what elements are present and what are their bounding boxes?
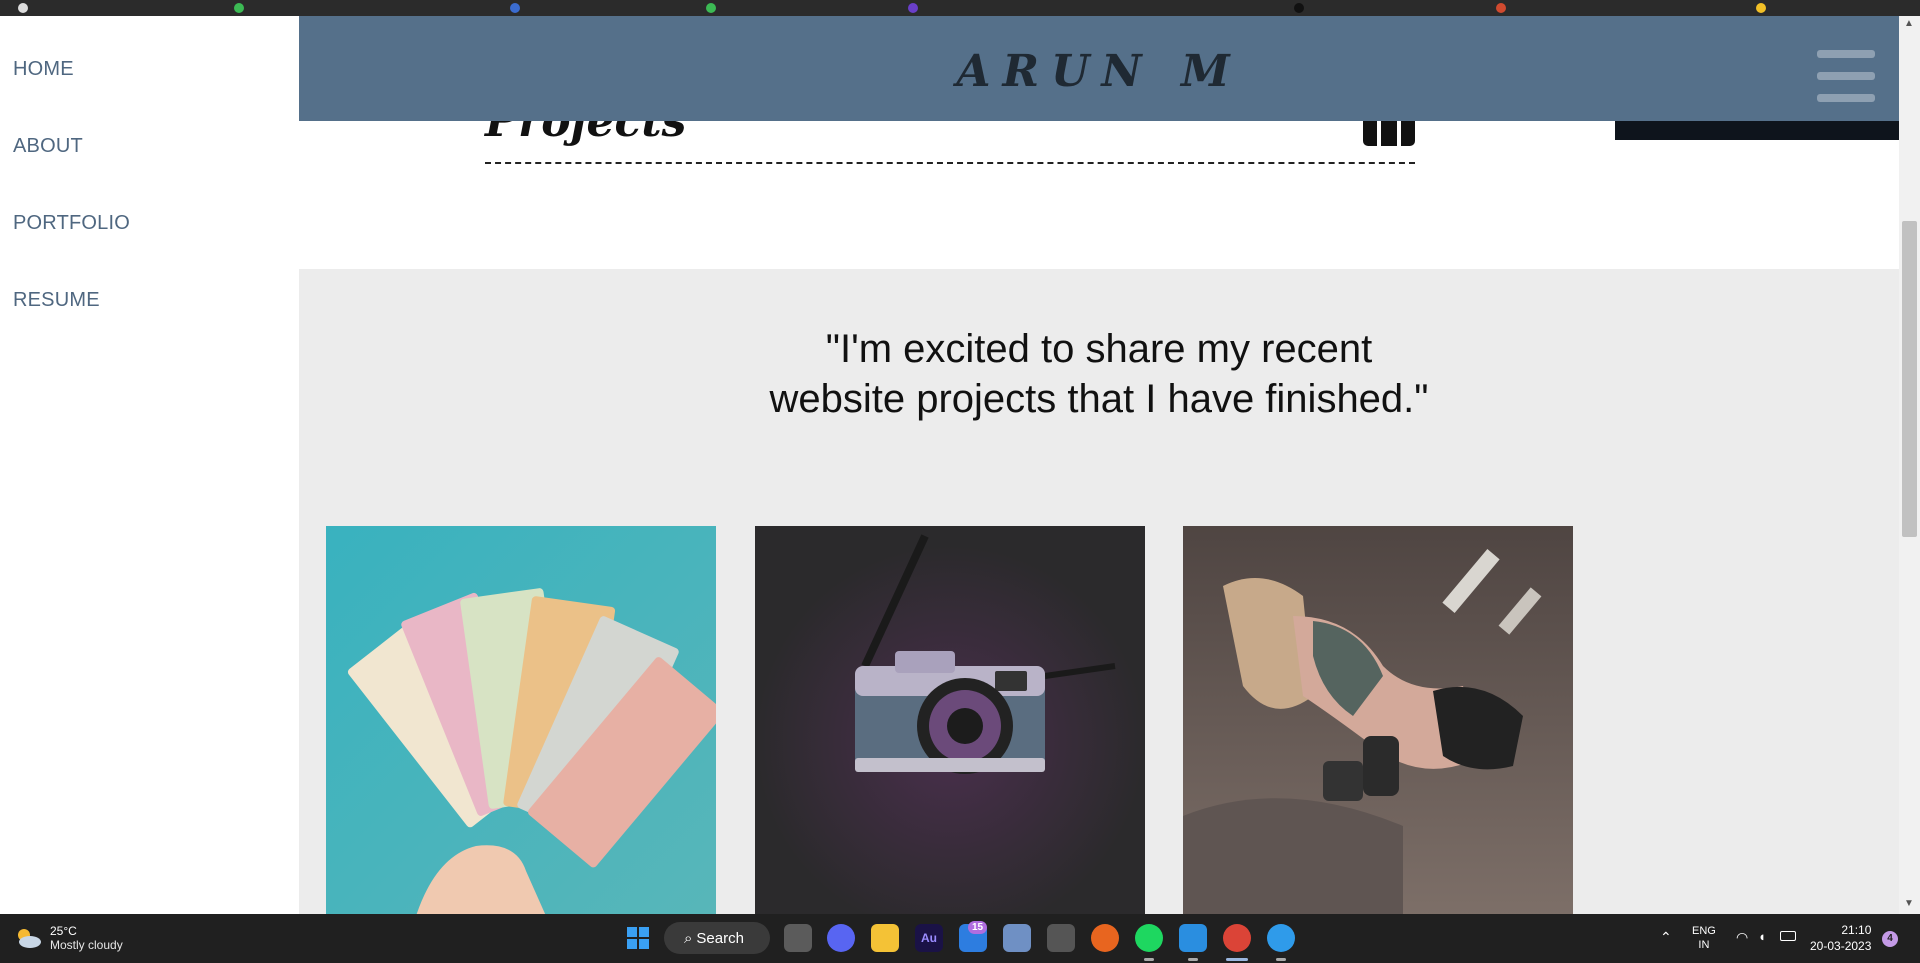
camera-photo — [755, 526, 1145, 914]
project-card-camera[interactable] — [755, 526, 1145, 914]
nav-item-home[interactable]: HOME — [13, 58, 74, 81]
task-view-icon[interactable] — [784, 924, 812, 952]
meet-icon[interactable] — [827, 924, 855, 952]
tab-favicon-icon — [1496, 3, 1506, 13]
nav-item-about[interactable]: ABOUT — [13, 135, 83, 158]
project-card-fitness[interactable] — [1183, 526, 1573, 914]
chrome-icon[interactable] — [1223, 924, 1251, 952]
cloud-sun-icon — [18, 929, 41, 948]
nav-item-resume[interactable]: RESUME — [13, 289, 100, 312]
language-line-2: IN — [1698, 939, 1710, 951]
scroll-down-icon[interactable]: ▼ — [1904, 898, 1914, 909]
mail-badge: 15 — [968, 921, 988, 934]
weather-widget[interactable]: 25°C Mostly cloudy — [14, 924, 123, 952]
chevron-up-icon[interactable]: ⌃ — [1660, 930, 1672, 944]
audition-icon[interactable]: Au — [915, 924, 943, 952]
quote-line-2: website projects that I have finished." — [769, 377, 1429, 421]
language-indicator[interactable]: ENG IN — [1692, 924, 1716, 952]
site-logo[interactable]: ARUN M — [299, 46, 1899, 97]
page-scrollbar[interactable]: ▲ ▼ — [1899, 16, 1920, 914]
file-explorer-icon[interactable] — [871, 924, 899, 952]
tab-favicon-icon — [1756, 3, 1766, 13]
active-indicator — [1226, 958, 1248, 961]
sidebar-nav: HOME ABOUT PORTFOLIO RESUME — [0, 16, 299, 914]
quote-line-1: "I'm excited to share my recent — [825, 327, 1373, 371]
running-indicator — [1188, 958, 1198, 961]
running-indicator — [1276, 958, 1286, 961]
app-icon[interactable] — [1047, 924, 1075, 952]
spotify-icon[interactable] — [1135, 924, 1163, 952]
main-content: Projects "I'm excited to share my recent… — [299, 16, 1899, 914]
search-label: Search — [696, 929, 744, 947]
vscode-icon[interactable] — [1179, 924, 1207, 952]
weather-condition: Mostly cloudy — [50, 938, 123, 952]
portfolio-quote: "I'm excited to share my recent website … — [299, 324, 1899, 424]
battery-icon[interactable] — [1780, 931, 1796, 945]
notification-badge[interactable]: 4 — [1882, 931, 1898, 947]
windows-taskbar: 25°C Mostly cloudy ⌕ Search Au 15 ⌃ ENG … — [0, 914, 1920, 963]
tab-favicon-icon — [706, 3, 716, 13]
section-divider — [485, 162, 1415, 164]
lightbulb-icon[interactable] — [1267, 924, 1295, 952]
hamburger-icon[interactable] — [1817, 50, 1875, 102]
nav-item-portfolio[interactable]: PORTFOLIO — [13, 212, 130, 235]
site-header: ARUN M — [299, 16, 1899, 121]
tab-favicon-icon — [1294, 3, 1304, 13]
volume-icon[interactable]: ◖ — [1758, 930, 1766, 944]
wifi-icon[interactable]: ◠ — [1736, 930, 1748, 944]
scrollbar-thumb[interactable] — [1902, 221, 1917, 537]
taskbar-search[interactable]: ⌕ Search — [664, 922, 770, 954]
system-clock[interactable]: 21:10 20-03-2023 — [1810, 922, 1871, 954]
windows-start-icon[interactable] — [624, 924, 652, 952]
search-icon: ⌕ — [684, 929, 693, 947]
tab-favicon-icon — [908, 3, 918, 13]
weather-temp: 25°C — [50, 924, 77, 938]
fitness-photo — [1183, 526, 1573, 914]
tab-favicon-icon — [510, 3, 520, 13]
hamburger-line — [1817, 50, 1875, 58]
project-card-money[interactable] — [326, 526, 716, 914]
clock-time: 21:10 — [1841, 923, 1872, 937]
language-line-1: ENG — [1692, 925, 1716, 937]
tab-favicon-icon — [18, 3, 28, 13]
browser-tab-strip — [0, 0, 1920, 16]
hamburger-line — [1817, 94, 1875, 102]
hamburger-line — [1817, 72, 1875, 80]
running-indicator — [1144, 958, 1154, 961]
remote-desktop-icon[interactable] — [1003, 924, 1031, 952]
tab-favicon-icon — [234, 3, 244, 13]
scroll-up-icon[interactable]: ▲ — [1904, 18, 1914, 29]
clock-date: 20-03-2023 — [1810, 939, 1872, 953]
money-fan-photo — [326, 526, 716, 914]
firefox-icon[interactable] — [1091, 924, 1119, 952]
